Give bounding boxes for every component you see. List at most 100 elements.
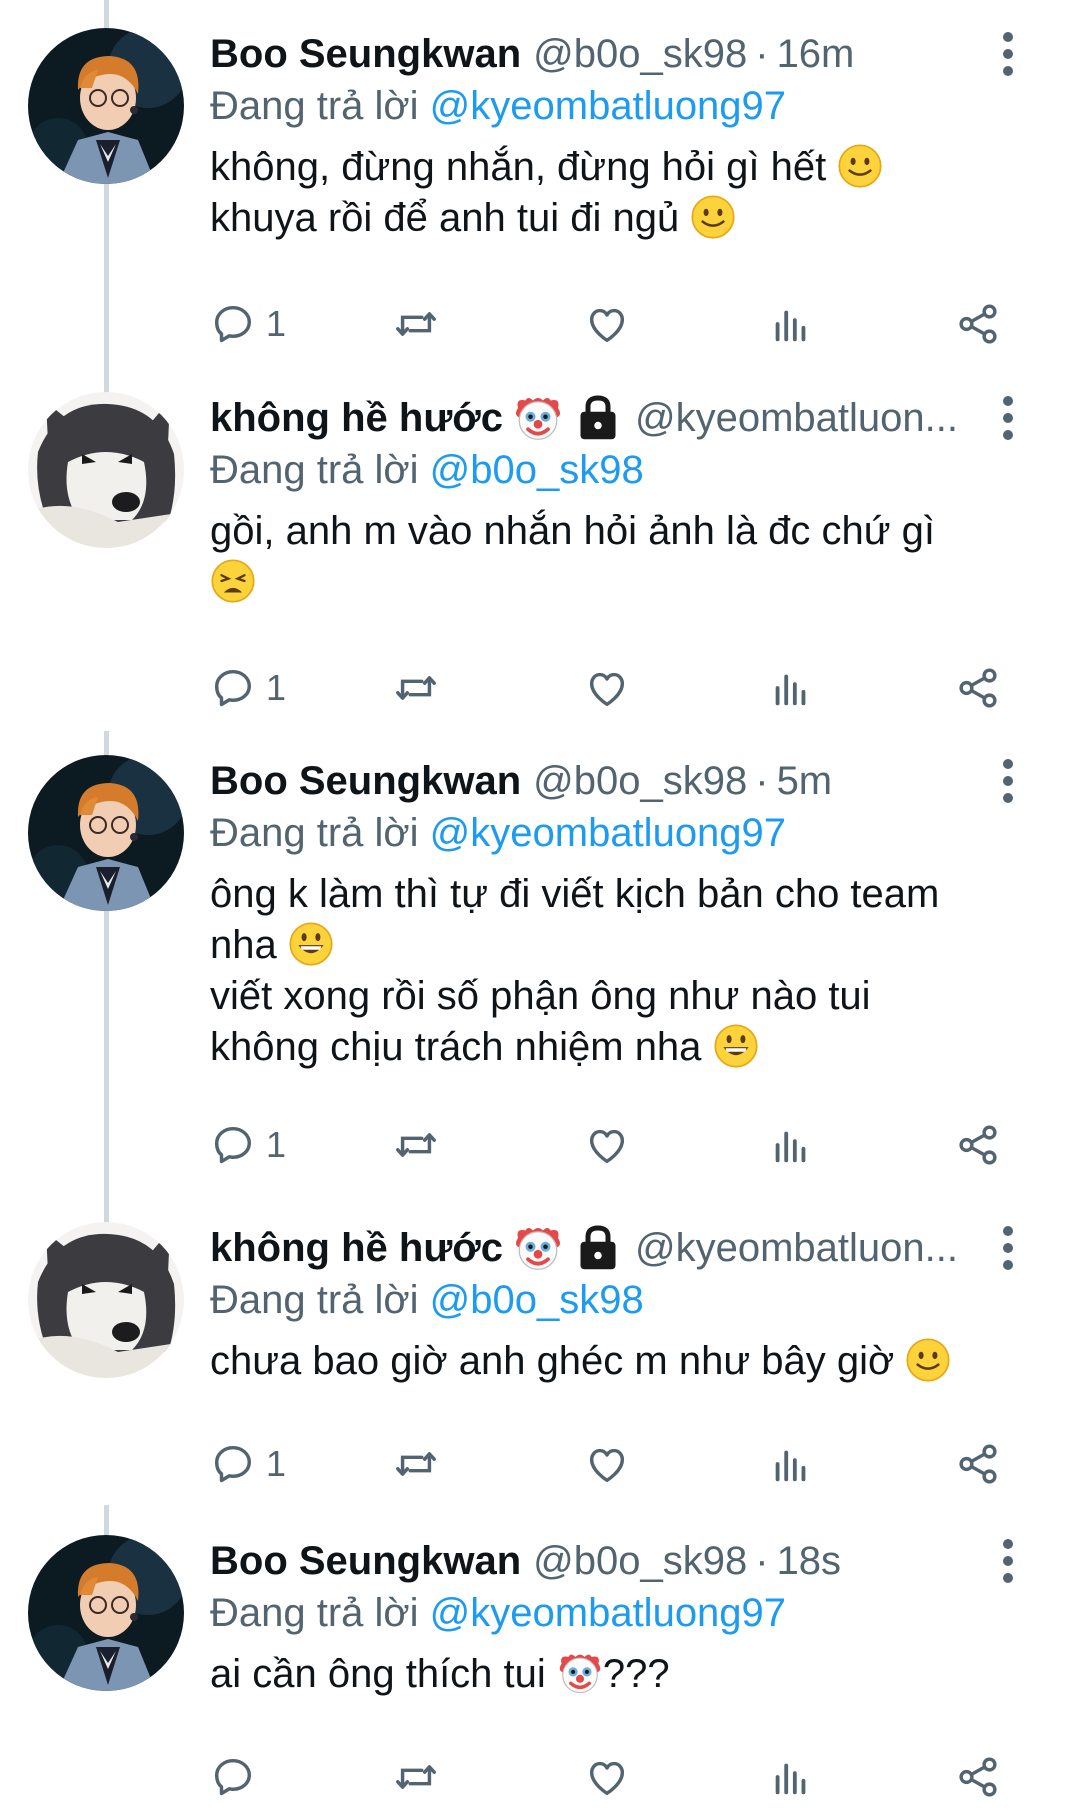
display-name[interactable]: không hề hước xyxy=(210,392,503,444)
user-handle[interactable]: @b0o_sk98 xyxy=(533,755,747,807)
share-button[interactable] xyxy=(955,1117,1001,1173)
user-handle[interactable]: @kyeombatluon... xyxy=(635,392,958,444)
analytics-button[interactable] xyxy=(768,1117,814,1173)
more-options-icon[interactable] xyxy=(998,1539,1018,1585)
tweet-text-line: ai cần ông thích tui xyxy=(210,1652,546,1696)
reply-thread: Boo Seungkwan @b0o_sk98 · 16m Đang trả l… xyxy=(0,0,1080,1818)
reply-button[interactable]: 1 xyxy=(210,296,286,352)
like-button[interactable] xyxy=(584,1436,630,1492)
display-name[interactable]: không hề hước xyxy=(210,1222,503,1274)
share-button[interactable] xyxy=(955,296,1001,352)
lock-icon xyxy=(573,1223,623,1273)
analytics-icon xyxy=(768,301,814,347)
share-icon xyxy=(955,301,1001,347)
replying-to-label: Đang trả lời xyxy=(210,811,430,855)
clown-emoji xyxy=(513,393,563,443)
more-options-icon[interactable] xyxy=(998,759,1018,805)
reply-icon xyxy=(210,1122,256,1168)
thread-line xyxy=(104,184,109,412)
tweet-time[interactable]: 16m xyxy=(777,28,855,80)
like-button[interactable] xyxy=(584,1749,630,1805)
heart-icon xyxy=(584,301,630,347)
analytics-icon xyxy=(768,1441,814,1487)
analytics-icon xyxy=(768,1754,814,1800)
share-icon xyxy=(955,665,1001,711)
tweet-header: Boo Seungkwan @b0o_sk98 · 16m xyxy=(210,28,1010,80)
user-handle[interactable]: @kyeombatluon... xyxy=(635,1222,958,1274)
reply-button[interactable]: 1 xyxy=(210,1117,286,1173)
analytics-button[interactable] xyxy=(768,660,814,716)
tweet-actions: 1 xyxy=(210,660,1020,716)
dot-separator: · xyxy=(755,1539,769,1583)
retweet-icon xyxy=(393,1122,439,1168)
analytics-icon xyxy=(768,665,814,711)
display-name[interactable]: Boo Seungkwan xyxy=(210,28,521,80)
mention-link[interactable]: @kyeombatluong97 xyxy=(430,84,786,128)
more-options-icon[interactable] xyxy=(998,396,1018,442)
user-handle[interactable]: @b0o_sk98 xyxy=(533,1535,747,1587)
retweet-button[interactable] xyxy=(393,1436,439,1492)
tweet-time[interactable]: 18s xyxy=(777,1535,842,1587)
replying-to: Đang trả lời @kyeombatluong97 xyxy=(210,1587,1010,1639)
tweet-text-line: chưa bao giờ anh ghéc m như bây giờ xyxy=(210,1339,895,1383)
share-button[interactable] xyxy=(955,660,1001,716)
tweet-time[interactable]: 5m xyxy=(777,755,833,807)
heart-icon xyxy=(584,1441,630,1487)
mention-link[interactable]: @b0o_sk98 xyxy=(430,448,644,492)
like-button[interactable] xyxy=(584,1117,630,1173)
reply-button[interactable] xyxy=(210,1749,266,1805)
avatar[interactable] xyxy=(28,1535,184,1691)
analytics-button[interactable] xyxy=(768,1749,814,1805)
replying-to: Đang trả lời @b0o_sk98 xyxy=(210,1274,1010,1326)
mention-link[interactable]: @kyeombatluong97 xyxy=(430,1591,786,1635)
lock-icon xyxy=(573,393,623,443)
avatar[interactable] xyxy=(28,28,184,184)
mention-link[interactable]: @kyeombatluong97 xyxy=(430,811,786,855)
tweet-text-line: không chịu trách nhiệm nha xyxy=(210,1025,702,1069)
tweet-text-line: khuya rồi để anh tui đi ngủ xyxy=(210,196,680,240)
reply-button[interactable]: 1 xyxy=(210,660,286,716)
reply-icon xyxy=(210,301,256,347)
more-options-icon[interactable] xyxy=(998,1226,1018,1272)
avatar[interactable] xyxy=(28,392,184,548)
mention-link[interactable]: @b0o_sk98 xyxy=(430,1278,644,1322)
like-button[interactable] xyxy=(584,660,630,716)
tweet-text-line: nha xyxy=(210,923,277,967)
thread-line xyxy=(104,731,109,755)
tweet-text: ai cần ông thích tui ??? xyxy=(210,1649,1020,1700)
clown-emoji xyxy=(557,1650,603,1696)
display-name[interactable]: Boo Seungkwan xyxy=(210,755,521,807)
analytics-button[interactable] xyxy=(768,1436,814,1492)
display-name[interactable]: Boo Seungkwan xyxy=(210,1535,521,1587)
more-options-icon[interactable] xyxy=(998,32,1018,78)
retweet-icon xyxy=(393,665,439,711)
dot-separator: · xyxy=(755,32,769,76)
avatar[interactable] xyxy=(28,1222,184,1378)
user-handle[interactable]: @b0o_sk98 xyxy=(533,28,747,80)
tweet-header: Boo Seungkwan @b0o_sk98 · 18s xyxy=(210,1535,1010,1587)
retweet-button[interactable] xyxy=(393,1117,439,1173)
avatar[interactable] xyxy=(28,755,184,911)
replying-to-label: Đang trả lời xyxy=(210,448,430,492)
tweet-text-line: không, đừng nhắn, đừng hỏi gì hết xyxy=(210,145,827,189)
tweet-actions xyxy=(210,1749,1020,1805)
retweet-button[interactable] xyxy=(393,1749,439,1805)
slightly-smiling-emoji xyxy=(905,1337,951,1383)
reply-count: 1 xyxy=(266,303,287,344)
tweet-header: không hề hước @kyeombatluon... xyxy=(210,1222,1010,1274)
tweet-text: gồi, anh m vào nhắn hỏi ảnh là đc chứ gì xyxy=(210,506,1020,608)
tweet-text-line: ??? xyxy=(602,1652,670,1696)
share-button[interactable] xyxy=(955,1749,1001,1805)
retweet-button[interactable] xyxy=(393,296,439,352)
slightly-smiling-emoji xyxy=(837,143,883,189)
analytics-button[interactable] xyxy=(768,296,814,352)
retweet-button[interactable] xyxy=(393,660,439,716)
thread-line xyxy=(104,0,109,28)
like-button[interactable] xyxy=(584,296,630,352)
replying-to-label: Đang trả lời xyxy=(210,1591,430,1635)
tweet-actions: 1 xyxy=(210,296,1020,352)
heart-icon xyxy=(584,1754,630,1800)
reply-button[interactable]: 1 xyxy=(210,1436,286,1492)
weary-face-emoji xyxy=(210,558,256,604)
share-button[interactable] xyxy=(955,1436,1001,1492)
